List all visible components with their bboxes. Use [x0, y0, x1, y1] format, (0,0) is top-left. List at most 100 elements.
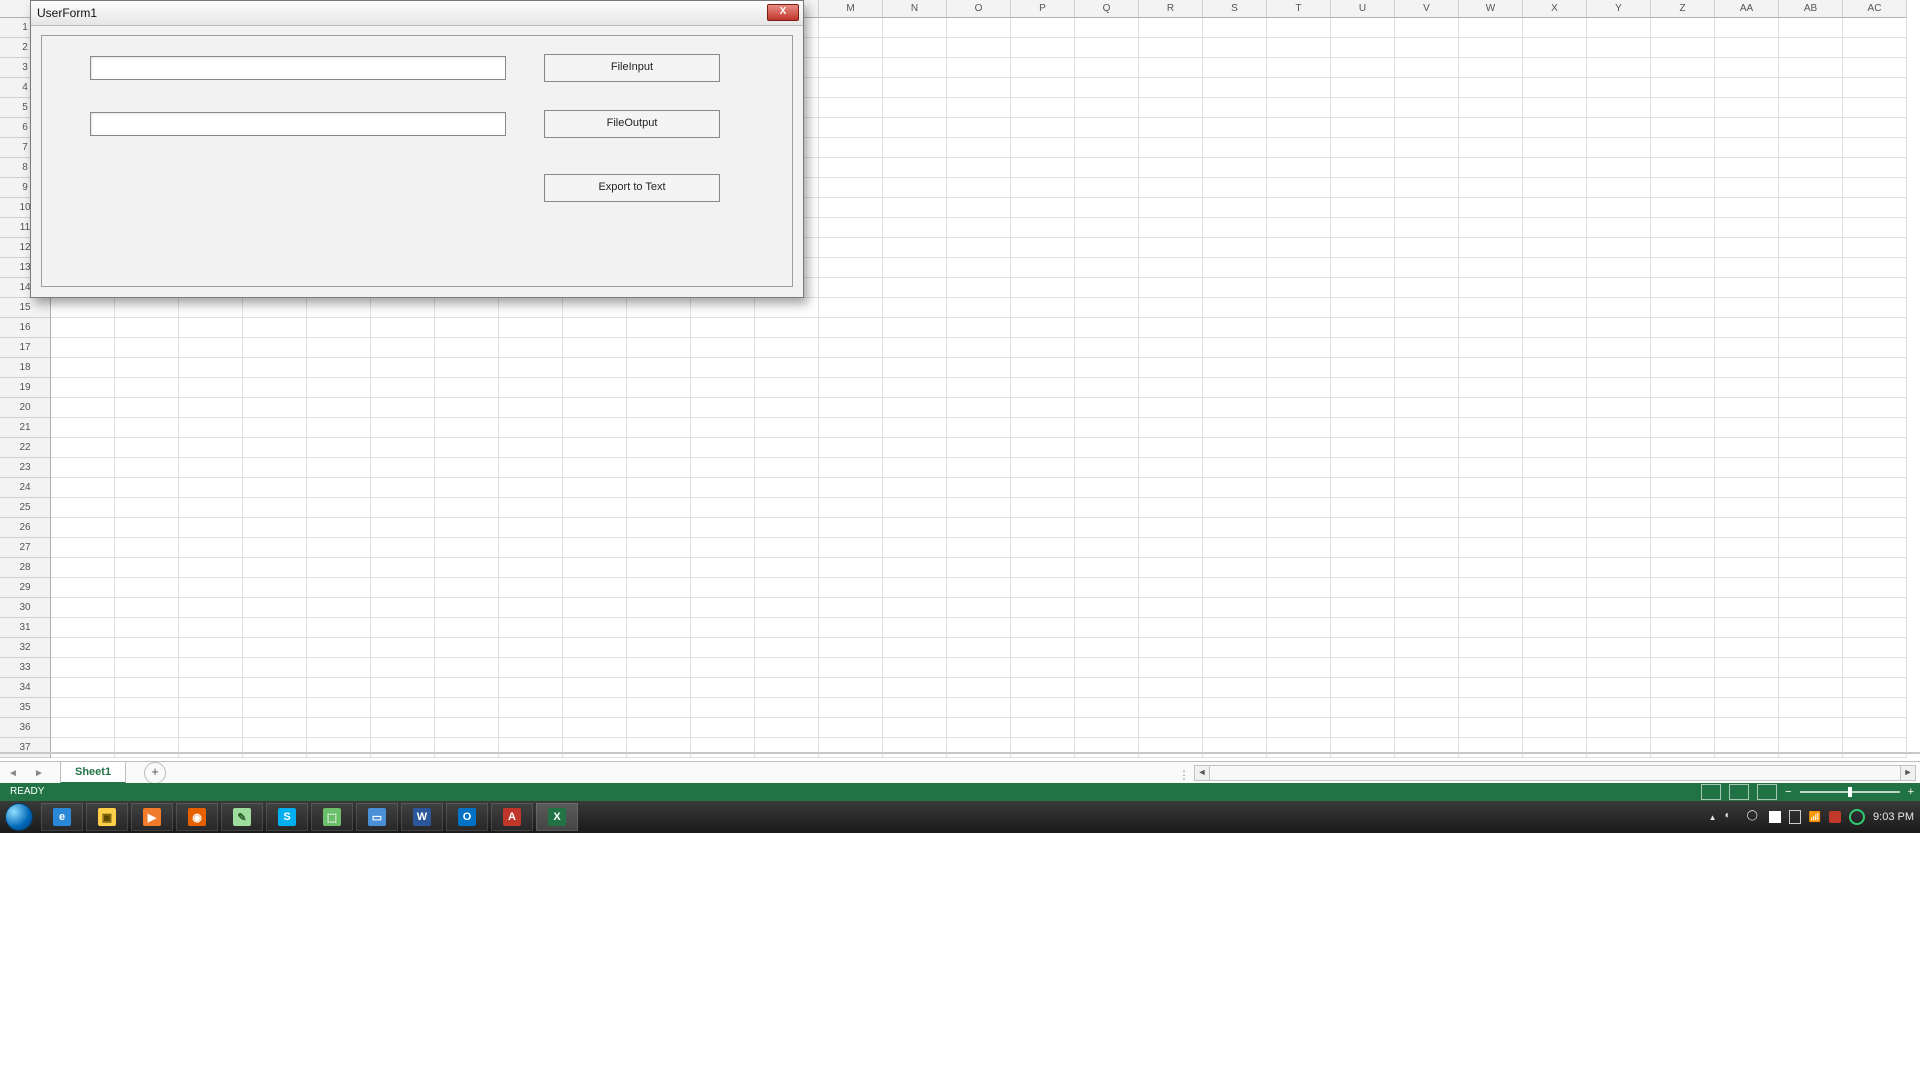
- cell[interactable]: [1139, 418, 1203, 438]
- cell[interactable]: [883, 18, 947, 38]
- cell[interactable]: [1587, 638, 1651, 658]
- row-header[interactable]: 27: [0, 538, 51, 558]
- cell[interactable]: [307, 558, 371, 578]
- cell[interactable]: [1011, 578, 1075, 598]
- cell[interactable]: [307, 498, 371, 518]
- cell[interactable]: [1075, 538, 1139, 558]
- cell[interactable]: [1523, 258, 1587, 278]
- cell[interactable]: [1779, 238, 1843, 258]
- cell[interactable]: [1651, 158, 1715, 178]
- cell[interactable]: [179, 338, 243, 358]
- cell[interactable]: [1459, 98, 1523, 118]
- cell[interactable]: [819, 38, 883, 58]
- cell[interactable]: [883, 98, 947, 118]
- cell[interactable]: [1267, 438, 1331, 458]
- cell[interactable]: [755, 338, 819, 358]
- cell[interactable]: [435, 398, 499, 418]
- tray-icon-2[interactable]: ◯: [1747, 810, 1761, 824]
- cell[interactable]: [1523, 178, 1587, 198]
- cell[interactable]: [1779, 538, 1843, 558]
- column-header[interactable]: S: [1203, 0, 1267, 18]
- cell[interactable]: [1459, 678, 1523, 698]
- cell[interactable]: [1331, 278, 1395, 298]
- cell[interactable]: [563, 658, 627, 678]
- column-header[interactable]: N: [883, 0, 947, 18]
- cell[interactable]: [499, 318, 563, 338]
- cell[interactable]: [1523, 158, 1587, 178]
- cell[interactable]: [1075, 498, 1139, 518]
- cell[interactable]: [1267, 58, 1331, 78]
- cell[interactable]: [1331, 398, 1395, 418]
- column-header[interactable]: P: [1011, 0, 1075, 18]
- horizontal-scrollbar[interactable]: ◄ ►: [1194, 765, 1916, 781]
- cell[interactable]: [1779, 378, 1843, 398]
- cell[interactable]: [755, 658, 819, 678]
- cell[interactable]: [1459, 138, 1523, 158]
- cell[interactable]: [819, 678, 883, 698]
- cell[interactable]: [1843, 118, 1907, 138]
- cell[interactable]: [755, 318, 819, 338]
- cell[interactable]: [435, 698, 499, 718]
- cell[interactable]: [371, 718, 435, 738]
- cell[interactable]: [371, 318, 435, 338]
- cell[interactable]: [307, 598, 371, 618]
- cell[interactable]: [883, 578, 947, 598]
- cell[interactable]: [947, 638, 1011, 658]
- cell[interactable]: [883, 218, 947, 238]
- cell[interactable]: [51, 438, 115, 458]
- cell[interactable]: [179, 738, 243, 758]
- cell[interactable]: [1651, 138, 1715, 158]
- cell[interactable]: [691, 318, 755, 338]
- cell[interactable]: [307, 458, 371, 478]
- cell[interactable]: [1587, 138, 1651, 158]
- cell[interactable]: [1459, 458, 1523, 478]
- cell[interactable]: [435, 578, 499, 598]
- cell[interactable]: [1075, 118, 1139, 138]
- column-header[interactable]: T: [1267, 0, 1331, 18]
- cell[interactable]: [51, 378, 115, 398]
- cell[interactable]: [1203, 498, 1267, 518]
- cell[interactable]: [883, 498, 947, 518]
- cell[interactable]: [563, 338, 627, 358]
- cell[interactable]: [1139, 18, 1203, 38]
- cell[interactable]: [1203, 398, 1267, 418]
- row-header[interactable]: 32: [0, 638, 51, 658]
- cell[interactable]: [1331, 98, 1395, 118]
- cell[interactable]: [371, 518, 435, 538]
- cell[interactable]: [563, 578, 627, 598]
- cell[interactable]: [1459, 158, 1523, 178]
- cell[interactable]: [51, 478, 115, 498]
- cell[interactable]: [947, 138, 1011, 158]
- cell[interactable]: [1715, 158, 1779, 178]
- cell[interactable]: [115, 438, 179, 458]
- cell[interactable]: [563, 538, 627, 558]
- cell[interactable]: [1587, 358, 1651, 378]
- cell[interactable]: [1523, 378, 1587, 398]
- cell[interactable]: [1587, 258, 1651, 278]
- cell[interactable]: [819, 278, 883, 298]
- cell[interactable]: [1843, 438, 1907, 458]
- cell[interactable]: [435, 498, 499, 518]
- cell[interactable]: [1651, 78, 1715, 98]
- cell[interactable]: [1843, 498, 1907, 518]
- cell[interactable]: [1587, 18, 1651, 38]
- cell[interactable]: [1139, 398, 1203, 418]
- cell[interactable]: [1075, 518, 1139, 538]
- cell[interactable]: [563, 698, 627, 718]
- cell[interactable]: [1843, 378, 1907, 398]
- cell[interactable]: [1651, 638, 1715, 658]
- cell[interactable]: [1651, 278, 1715, 298]
- tray-icon-1[interactable]: ◐: [1725, 810, 1739, 824]
- cell[interactable]: [691, 438, 755, 458]
- cell[interactable]: [1139, 518, 1203, 538]
- cell[interactable]: [1395, 518, 1459, 538]
- cell[interactable]: [1011, 518, 1075, 538]
- cell[interactable]: [947, 118, 1011, 138]
- cell[interactable]: [1523, 658, 1587, 678]
- cell[interactable]: [499, 538, 563, 558]
- cell[interactable]: [947, 738, 1011, 758]
- cell[interactable]: [819, 98, 883, 118]
- cell[interactable]: [947, 698, 1011, 718]
- cell[interactable]: [1331, 678, 1395, 698]
- cell[interactable]: [1843, 258, 1907, 278]
